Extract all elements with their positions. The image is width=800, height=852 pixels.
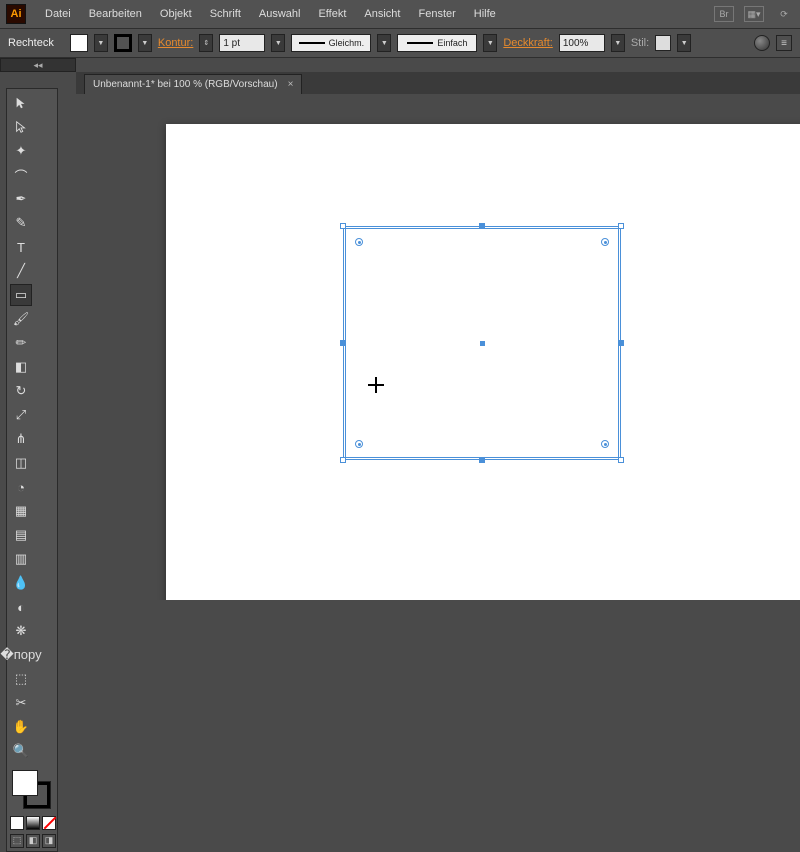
fill-box[interactable] <box>12 770 38 796</box>
zoom-tool[interactable]: 🔍 <box>10 740 32 762</box>
tools-panel: ✦ ⌒ ✒ ✎ T ╱ ▭ 🖌 ✏ ◧ ↻ ⤢ ⋔ ◫ ◔ ▦ ▤ ▥ 💧 ◐ … <box>6 88 58 852</box>
artboard-tool[interactable]: ⬚ <box>10 668 32 690</box>
active-tool-label: Rechteck <box>8 37 54 49</box>
menu-edit[interactable]: Bearbeiten <box>80 8 151 20</box>
stroke-swatch[interactable] <box>114 34 132 52</box>
brush-definition[interactable]: Einfach <box>397 34 477 52</box>
arrange-documents-icon[interactable]: ▦▾ <box>744 6 764 22</box>
resize-handle[interactable] <box>340 340 346 346</box>
panel-collapse-tab[interactable]: ◂◂ <box>0 58 76 72</box>
free-transform-tool[interactable]: ◫ <box>10 452 32 474</box>
menu-file[interactable]: Datei <box>36 8 80 20</box>
stroke-label[interactable]: Kontur: <box>158 37 193 49</box>
resize-handle[interactable] <box>340 457 346 463</box>
mesh-tool[interactable]: ▤ <box>10 524 32 546</box>
gradient-tool[interactable]: ▥ <box>10 548 32 570</box>
style-label: Stil: <box>631 37 649 49</box>
menu-view[interactable]: Ansicht <box>355 8 409 20</box>
opacity-field[interactable]: 100% <box>559 34 605 52</box>
blend-tool[interactable]: ◐ <box>10 596 32 618</box>
width-tool[interactable]: ⋔ <box>10 428 32 450</box>
type-tool[interactable]: T <box>10 236 32 258</box>
live-corner-widget[interactable] <box>355 440 363 448</box>
menu-type[interactable]: Schrift <box>201 8 250 20</box>
menu-object[interactable]: Objekt <box>151 8 201 20</box>
stroke-profile[interactable]: Gleichm. <box>291 34 371 52</box>
align-icon[interactable]: ≡ <box>776 35 792 51</box>
live-corner-widget[interactable] <box>601 440 609 448</box>
symbol-sprayer-tool[interactable]: ❋ <box>10 620 32 642</box>
magic-wand-tool[interactable]: ✦ <box>10 140 32 162</box>
fill-dropdown[interactable]: ▼ <box>94 34 108 52</box>
resize-handle[interactable] <box>479 457 485 463</box>
close-tab-icon[interactable]: × <box>288 79 294 90</box>
bridge-icon[interactable]: Br <box>714 6 734 22</box>
app-icon: Ai <box>6 4 26 24</box>
document-tab[interactable]: Unbenannt-1* bei 100 % (RGB/Vorschau) × <box>84 74 302 94</box>
gradient-mode-icon[interactable] <box>26 816 40 830</box>
brush-dropdown[interactable]: ▼ <box>483 34 497 52</box>
live-corner-widget[interactable] <box>601 238 609 246</box>
eyedropper-tool[interactable]: 💧 <box>10 572 32 594</box>
rectangle-tool[interactable]: ▭ <box>10 284 32 306</box>
canvas-area[interactable] <box>76 94 800 600</box>
menu-select[interactable]: Auswahl <box>250 8 310 20</box>
document-tab-strip: Unbenannt-1* bei 100 % (RGB/Vorschau) × <box>76 72 800 94</box>
menu-help[interactable]: Hilfe <box>465 8 505 20</box>
selection-tool[interactable] <box>10 92 32 114</box>
eraser-tool[interactable]: ◧ <box>10 356 32 378</box>
fill-swatch[interactable] <box>70 34 88 52</box>
resize-handle[interactable] <box>618 457 624 463</box>
hand-tool[interactable]: ✋ <box>10 716 32 738</box>
scale-tool[interactable]: ⤢ <box>10 404 32 426</box>
none-mode-icon[interactable] <box>42 816 56 830</box>
menu-effect[interactable]: Effekt <box>309 8 355 20</box>
color-mode-icon[interactable] <box>10 816 24 830</box>
direct-selection-tool[interactable] <box>10 116 32 138</box>
stroke-dropdown[interactable]: ▼ <box>138 34 152 52</box>
stroke-weight-stepper[interactable]: ⇕ <box>199 34 213 52</box>
stroke-weight-field[interactable]: 1 pt <box>219 34 265 52</box>
fill-stroke-control[interactable] <box>10 768 54 812</box>
graphic-style-swatch[interactable] <box>655 35 671 51</box>
resize-handle[interactable] <box>618 223 624 229</box>
lasso-tool[interactable]: ⌒ <box>10 164 32 186</box>
graphic-style-dropdown[interactable]: ▼ <box>677 34 691 52</box>
opacity-label[interactable]: Deckkraft: <box>503 37 553 49</box>
screen-mode-icon[interactable]: ⬚ <box>10 834 24 848</box>
stroke-profile-dropdown[interactable]: ▼ <box>377 34 391 52</box>
pencil-tool[interactable]: ✏ <box>10 332 32 354</box>
crosshair-cursor-icon <box>368 377 384 393</box>
curvature-tool[interactable]: ✎ <box>10 212 32 234</box>
control-bar: Rechteck ▼ ▼ Kontur: ⇕ 1 pt ▼ Gleichm. ▼… <box>0 28 800 58</box>
resize-handle[interactable] <box>479 223 485 229</box>
rotate-tool[interactable]: ↻ <box>10 380 32 402</box>
workspace: ◂◂ ✦ ⌒ ✒ ✎ T ╱ ▭ 🖌 ✏ ◧ ↻ ⤢ ⋔ ◫ ◔ ▦ ▤ ▥ 💧… <box>0 58 800 600</box>
draw-mode-icon[interactable]: ◧ <box>26 834 40 848</box>
slice-tool[interactable]: ✂ <box>10 692 32 714</box>
live-corner-widget[interactable] <box>355 238 363 246</box>
line-tool[interactable]: ╱ <box>10 260 32 282</box>
menu-window[interactable]: Fenster <box>409 8 464 20</box>
perspective-tool[interactable]: ▦ <box>10 500 32 522</box>
draw-behind-icon[interactable]: ◨ <box>42 834 56 848</box>
column-graph-tool[interactable]: �пору <box>10 644 32 666</box>
paintbrush-tool[interactable]: 🖌 <box>10 308 32 330</box>
center-point <box>480 341 485 346</box>
pen-tool[interactable]: ✒ <box>10 188 32 210</box>
opacity-dropdown[interactable]: ▼ <box>611 34 625 52</box>
resize-handle[interactable] <box>340 223 346 229</box>
resize-handle[interactable] <box>618 340 624 346</box>
shape-builder-tool[interactable]: ◔ <box>10 476 32 498</box>
recolor-icon[interactable] <box>754 35 770 51</box>
sync-icon[interactable]: ⟳ <box>774 6 794 22</box>
menu-bar: Ai Datei Bearbeiten Objekt Schrift Auswa… <box>0 0 800 28</box>
document-tab-title: Unbenannt-1* bei 100 % (RGB/Vorschau) <box>93 79 278 90</box>
stroke-weight-dropdown[interactable]: ▼ <box>271 34 285 52</box>
